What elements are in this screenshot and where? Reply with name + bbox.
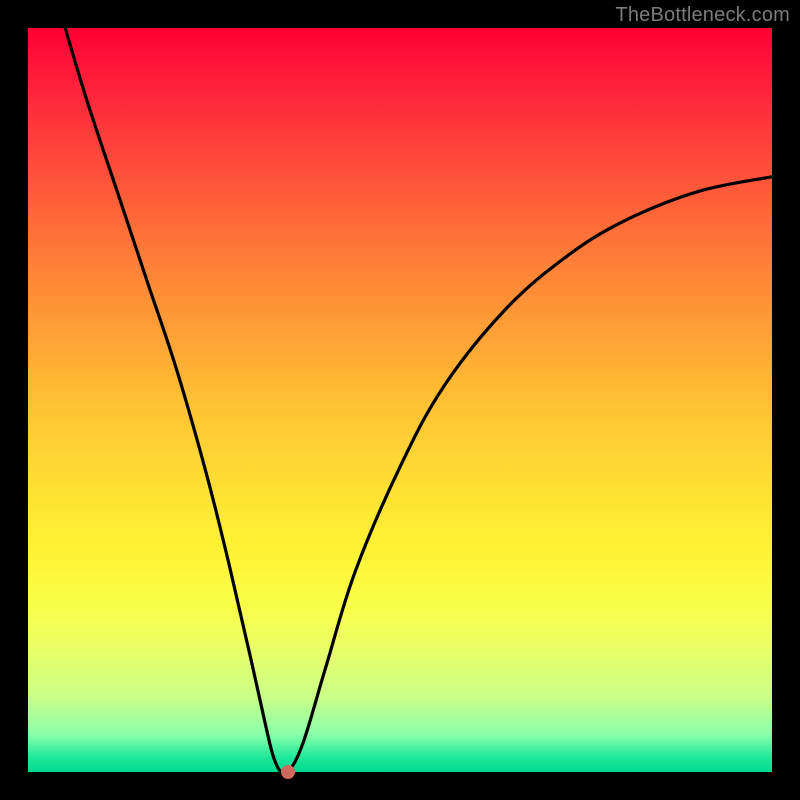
min-marker [281, 765, 295, 779]
plot-area [28, 28, 772, 772]
chart-frame: TheBottleneck.com [0, 0, 800, 800]
bottleneck-curve [28, 28, 772, 772]
curve-path [65, 28, 772, 772]
watermark-text: TheBottleneck.com [615, 4, 790, 27]
